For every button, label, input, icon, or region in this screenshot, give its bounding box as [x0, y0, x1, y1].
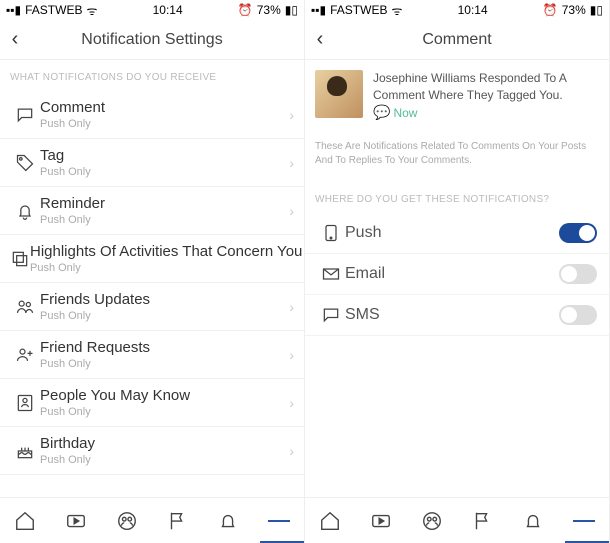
item-sub: Push Only: [40, 166, 283, 178]
alarm-icon: ⏰: [238, 3, 253, 17]
item-sub: Push Only: [40, 118, 283, 130]
menu-icon[interactable]: [573, 510, 595, 532]
bottom-nav: [0, 497, 304, 543]
push-icon: [317, 223, 345, 243]
item-sub: Push Only: [40, 310, 283, 322]
bottom-nav: [305, 497, 609, 543]
wifi-icon: ᯤ: [391, 2, 402, 19]
speech-icon: 💬: [373, 104, 390, 120]
home-icon[interactable]: [319, 510, 341, 532]
battery-icon: ▮▯: [285, 3, 298, 17]
notification-text: Josephine Williams Responded To A Commen…: [373, 70, 599, 104]
settings-list: Comment Push Only › Tag Push Only › Remind…: [0, 91, 304, 543]
item-sub: Push Only: [30, 262, 302, 274]
phone-left: ▪▪▮ FASTWEB ᯤ 10:14 ⏰ 73% ▮▯ ‹ Notification …: [0, 0, 305, 543]
item-title: Reminder: [40, 195, 283, 212]
notification-card[interactable]: Josephine Williams Responded To A Commen…: [305, 60, 609, 132]
flag-icon[interactable]: [471, 510, 493, 532]
item-people-you-may-know[interactable]: People You May Know Push Only ›: [0, 379, 304, 427]
page-title: Comment: [335, 31, 579, 49]
battery-pct: 73%: [257, 3, 281, 17]
item-friends-updates[interactable]: Friends Updates Push Only ›: [0, 283, 304, 331]
toggle-label: SMS: [345, 306, 559, 324]
status-bar: ▪▪▮ FASTWEB ᯤ 10:14 ⏰ 73% ▮▯: [0, 0, 304, 20]
chevron-right-icon: ›: [283, 443, 294, 459]
item-title: Highlights Of Activities That Concern Yo…: [30, 243, 302, 260]
tag-icon: [10, 153, 40, 173]
flag-icon[interactable]: [166, 510, 188, 532]
header: ‹ Comment: [305, 20, 609, 60]
comment-icon: [10, 105, 40, 125]
item-birthday[interactable]: Birthday Push Only ›: [0, 427, 304, 475]
phone-right: ▪▪▮ FASTWEB ᯤ 10:14 ⏰ 73% ▮▯ ‹ Comment Josep…: [305, 0, 610, 543]
groups-icon[interactable]: [116, 510, 138, 532]
copy-icon: [10, 249, 30, 269]
item-title: Friend Requests: [40, 339, 283, 356]
add-friend-icon: [10, 345, 40, 365]
video-icon[interactable]: [65, 510, 87, 532]
clock: 10:14: [153, 3, 183, 17]
battery-pct: 73%: [562, 3, 586, 17]
item-reminder[interactable]: Reminder Push Only ›: [0, 187, 304, 235]
header: ‹ Notification Settings: [0, 20, 304, 60]
item-friend-requests[interactable]: Friend Requests Push Only ›: [0, 331, 304, 379]
item-sub: Push Only: [40, 358, 283, 370]
clock: 10:14: [458, 3, 488, 17]
groups-icon[interactable]: [421, 510, 443, 532]
toggle-sms[interactable]: SMS: [305, 295, 609, 336]
toggle-email[interactable]: Email: [305, 254, 609, 295]
item-sub: Push Only: [40, 214, 283, 226]
item-highlights[interactable]: Highlights Of Activities That Concern Yo…: [0, 235, 304, 283]
contacts-icon: [10, 393, 40, 413]
sms-icon: [317, 305, 345, 325]
wifi-icon: ᯤ: [86, 2, 97, 19]
bell-nav-icon[interactable]: [217, 510, 239, 532]
bell-nav-icon[interactable]: [522, 510, 544, 532]
signal-icon: ▪▪▮: [6, 3, 21, 17]
status-bar: ▪▪▮ FASTWEB ᯤ 10:14 ⏰ 73% ▮▯: [305, 0, 609, 20]
switch[interactable]: [559, 223, 597, 243]
alarm-icon: ⏰: [543, 3, 558, 17]
toggle-push[interactable]: Push: [305, 213, 609, 254]
description-text: These Are Notifications Related To Comme…: [305, 132, 609, 182]
item-title: Friends Updates: [40, 291, 283, 308]
group-icon: [10, 297, 40, 317]
chevron-right-icon: ›: [283, 395, 294, 411]
chevron-right-icon: ›: [283, 299, 294, 315]
carrier: FASTWEB: [25, 3, 82, 17]
item-title: Tag: [40, 147, 283, 164]
toggle-label: Email: [345, 265, 559, 283]
bell-icon: [10, 201, 40, 221]
item-title: People You May Know: [40, 387, 283, 404]
chevron-right-icon: ›: [283, 203, 294, 219]
section-header: WHAT NOTIFICATIONS DO YOU RECEIVE: [0, 60, 304, 91]
chevron-right-icon: ›: [283, 347, 294, 363]
chevron-right-icon: ›: [283, 107, 294, 123]
item-tag[interactable]: Tag Push Only ›: [0, 139, 304, 187]
item-title: Birthday: [40, 435, 283, 452]
battery-icon: ▮▯: [590, 3, 603, 17]
chevron-right-icon: ›: [302, 251, 304, 267]
carrier: FASTWEB: [330, 3, 387, 17]
home-icon[interactable]: [14, 510, 36, 532]
section-header: WHERE DO YOU GET THESE NOTIFICATIONS?: [305, 182, 609, 213]
item-sub: Push Only: [40, 454, 283, 466]
avatar: [315, 70, 363, 118]
item-title: Comment: [40, 99, 283, 116]
notification-time: Now: [393, 106, 417, 120]
chevron-right-icon: ›: [283, 155, 294, 171]
toggle-label: Push: [345, 224, 559, 242]
page-title: Notification Settings: [30, 31, 274, 49]
switch[interactable]: [559, 305, 597, 325]
menu-icon[interactable]: [268, 510, 290, 532]
back-button[interactable]: ‹: [305, 28, 335, 51]
signal-icon: ▪▪▮: [311, 3, 326, 17]
back-button[interactable]: ‹: [0, 28, 30, 51]
item-sub: Push Only: [40, 406, 283, 418]
item-comment[interactable]: Comment Push Only ›: [0, 91, 304, 139]
cake-icon: [10, 441, 40, 461]
email-icon: [317, 264, 345, 284]
switch[interactable]: [559, 264, 597, 284]
video-icon[interactable]: [370, 510, 392, 532]
